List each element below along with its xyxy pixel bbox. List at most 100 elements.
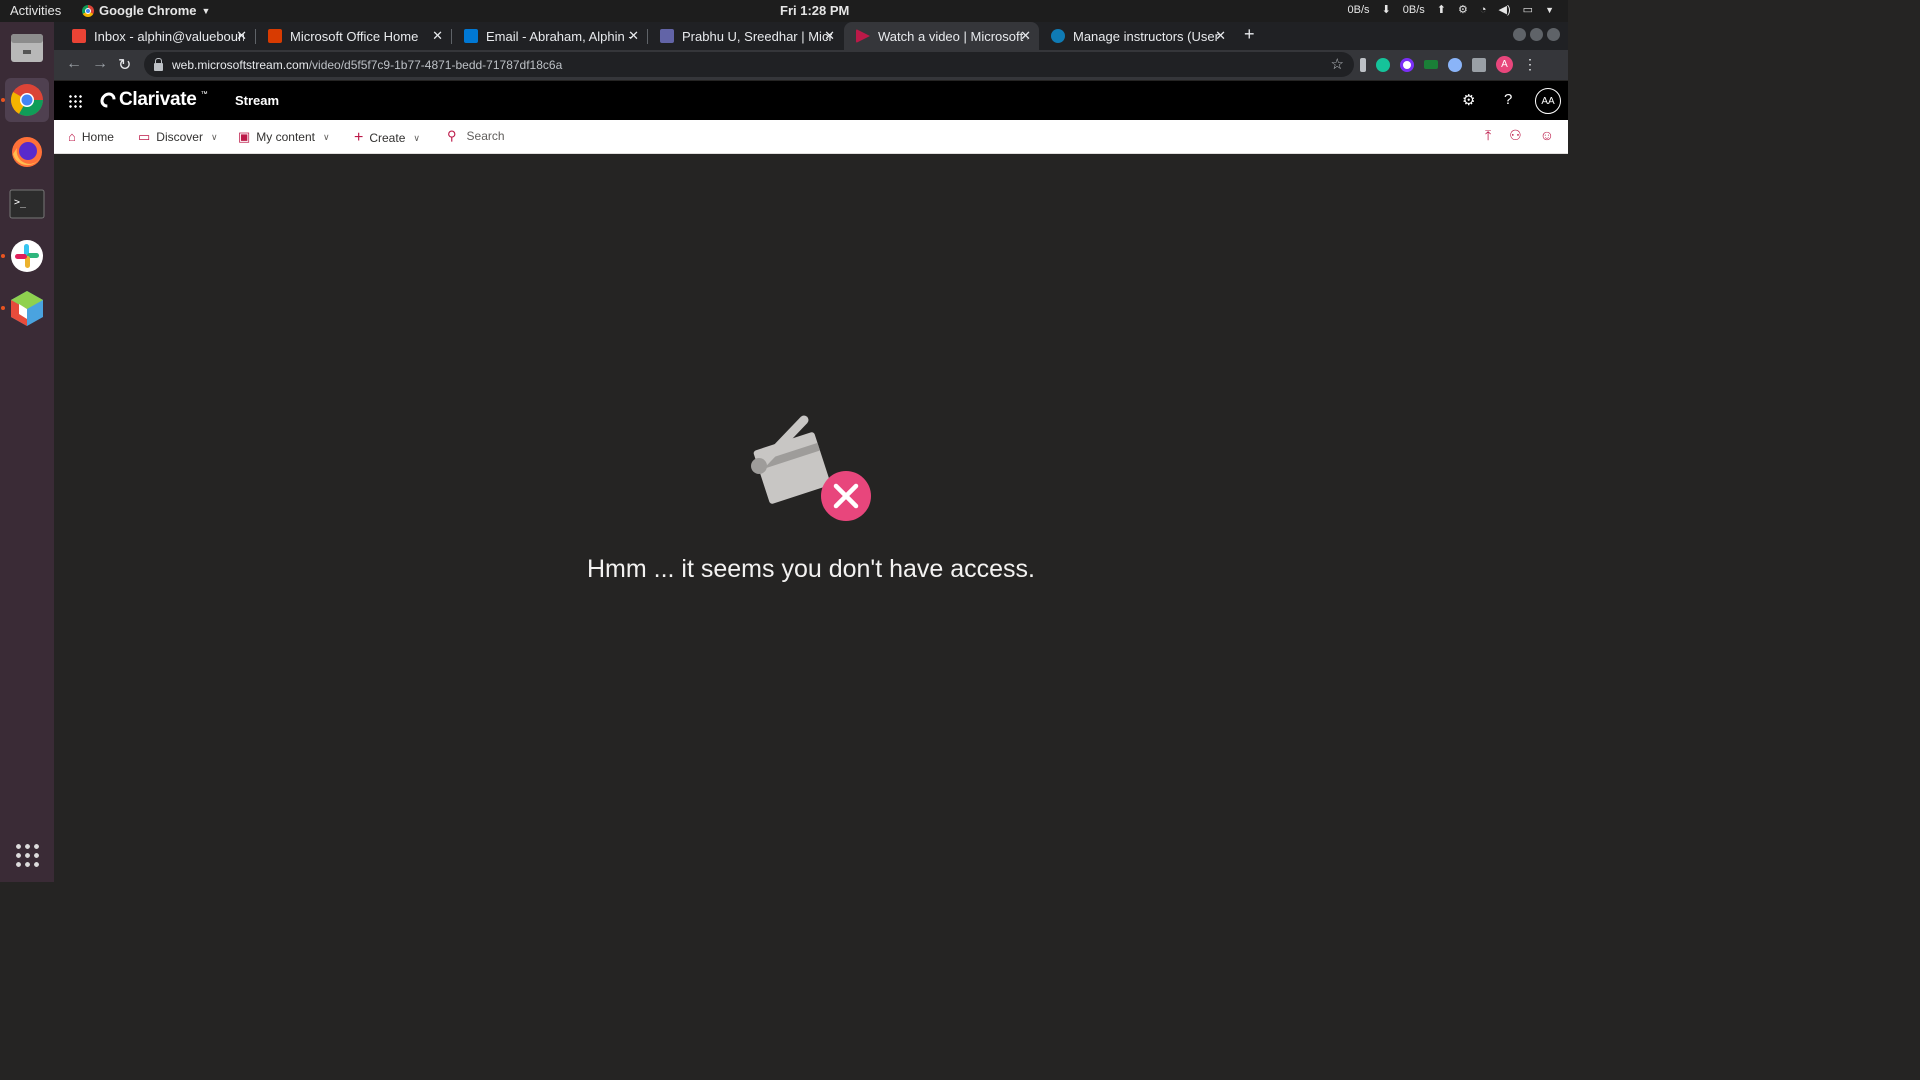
nav-discover[interactable]: ▭ Discover ∨ — [138, 129, 218, 145]
dock-slack[interactable] — [5, 234, 49, 278]
dock-terminal[interactable]: >_ — [5, 182, 49, 226]
chrome-icon — [10, 84, 43, 116]
tab-manage-instructors[interactable]: Manage instructors (User ✕ — [1039, 22, 1234, 50]
clock[interactable]: Fri 1:28 PM — [780, 3, 849, 18]
net-up-speed: 0B/s — [1402, 3, 1425, 16]
office-icon — [268, 29, 282, 43]
home-icon: ⌂ — [68, 129, 76, 144]
brand-logo[interactable]: Clarivate ™ — [97, 89, 208, 111]
app-menu[interactable]: Google Chrome ▼ — [82, 3, 210, 18]
chevron-down-icon: ∨ — [413, 132, 420, 143]
close-icon[interactable]: ✕ — [628, 28, 639, 44]
access-denied-message: Hmm ... it seems you don't have access. — [587, 555, 1035, 583]
help-icon[interactable]: ? — [1504, 91, 1512, 108]
search-input[interactable]: Search — [467, 129, 505, 143]
dock: >_ — [0, 22, 54, 882]
browser-toolbar: ← → ↻ web.microsoftstream.com /video/d5f… — [54, 50, 1568, 80]
firefox-icon — [12, 137, 42, 167]
stream-header: Clarivate ™ Stream ⚙ ? AA — [54, 81, 1568, 120]
wifi-icon: ◔ — [1479, 3, 1487, 16]
screen-recorder-icon[interactable] — [1400, 57, 1414, 72]
nav-discover-label: Discover — [156, 130, 203, 144]
chevron-down-icon: ∨ — [210, 131, 218, 142]
system-tray[interactable]: 0B/s ⬇ 0B/s ⬆ ⚙ ◔ ◀) ▭ ▼ — [1348, 3, 1554, 17]
address-bar[interactable]: web.microsoftstream.com /video/d5f5f7c9-… — [144, 52, 1354, 77]
clarivate-logo-icon — [97, 89, 119, 111]
plus-icon: + — [354, 129, 364, 146]
clapperboard-error-icon — [751, 415, 871, 521]
search-box[interactable]: ⚲ Search — [447, 128, 505, 144]
nav-home[interactable]: ⌂ Home — [68, 129, 114, 144]
close-icon[interactable]: ✕ — [1020, 28, 1031, 44]
search-icon: ⚲ — [447, 128, 457, 143]
stream-icon — [856, 29, 870, 43]
grammarly-icon[interactable] — [1376, 57, 1390, 72]
tab-gmail[interactable]: Inbox - alphin@valuebound ✕ — [60, 22, 255, 50]
dock-virtualbox[interactable] — [5, 286, 49, 330]
tab-label: Watch a video | Microsoft Stream — [878, 28, 1028, 44]
puzzle-icon[interactable] — [1472, 57, 1486, 72]
nav-create[interactable]: + Create ∨ — [354, 129, 420, 147]
app-launcher-icon[interactable] — [68, 94, 82, 108]
close-icon[interactable]: ✕ — [236, 28, 247, 44]
close-icon[interactable]: ✕ — [1215, 28, 1226, 44]
dock-chrome[interactable] — [5, 78, 49, 122]
upload-icon[interactable]: ⤒ — [1485, 127, 1491, 144]
running-indicator — [1, 254, 5, 258]
teams-icon — [660, 29, 674, 43]
dock-firefox[interactable] — [5, 130, 49, 174]
close-icon[interactable]: ✕ — [432, 28, 443, 44]
nav-my-content[interactable]: ▣ My content ∨ — [238, 129, 330, 145]
new-tab-button[interactable]: + — [1244, 24, 1255, 45]
network-status-icon: ⚙ — [1458, 4, 1468, 16]
activities-button[interactable]: Activities — [10, 3, 61, 18]
show-applications-icon[interactable] — [14, 842, 40, 868]
nav-my-content-label: My content — [256, 130, 315, 144]
terminal-icon: >_ — [9, 189, 45, 219]
tab-stream[interactable]: Watch a video | Microsoft Stream ✕ — [844, 22, 1039, 50]
minimize-button[interactable] — [1513, 28, 1526, 41]
tab-label: Manage instructors (User — [1073, 28, 1219, 44]
battery-icon: ▭ — [1522, 4, 1534, 16]
running-indicator — [1, 98, 5, 102]
main-content: Hmm ... it seems you don't have access. — [54, 154, 1568, 882]
tab-label: Email - Abraham, Alphin - Outlook — [486, 28, 636, 44]
extension-info-icon[interactable] — [1360, 57, 1366, 72]
back-arrow-icon[interactable]: ← — [66, 55, 82, 73]
profile-icon[interactable]: ⚇ — [1509, 127, 1522, 144]
forward-arrow-icon[interactable]: → — [92, 55, 108, 73]
file-manager-icon — [11, 34, 43, 62]
running-indicator — [1, 306, 5, 310]
my-content-icon: ▣ — [238, 129, 251, 144]
extension-snowflake-icon[interactable] — [1448, 57, 1462, 72]
slack-icon — [11, 240, 43, 272]
gmail-icon — [72, 29, 86, 43]
dock-files[interactable] — [5, 26, 49, 70]
bookmark-star-icon[interactable]: ☆ — [1331, 55, 1344, 73]
tab-outlook[interactable]: Email - Abraham, Alphin - Outlook ✕ — [452, 22, 647, 50]
profile-avatar[interactable]: A — [1496, 56, 1513, 73]
system-top-bar: Activities Google Chrome ▼ Fri 1:28 PM 0… — [0, 0, 1568, 22]
chrome-icon — [82, 4, 94, 17]
tab-teams[interactable]: Prabhu U, Sreedhar | Microsoft Teams ✕ — [648, 22, 843, 50]
extension-bw-icon[interactable] — [1424, 60, 1438, 69]
tray-caret-icon: ▼ — [1545, 4, 1554, 15]
maximize-button[interactable] — [1530, 28, 1543, 41]
trademark: ™ — [200, 90, 208, 98]
product-name[interactable]: Stream — [235, 93, 279, 108]
close-icon[interactable]: ✕ — [824, 28, 835, 44]
kebab-menu-icon[interactable]: ⋮ — [1523, 56, 1537, 73]
nav-home-label: Home — [81, 129, 114, 144]
tab-office[interactable]: Microsoft Office Home ✕ — [256, 22, 451, 50]
tab-strip: Inbox - alphin@valuebound ✕ Microsoft Of… — [54, 22, 1568, 50]
url-path: /video/d5f5f7c9-1b77-4871-bedd-71787df18… — [308, 57, 563, 72]
feedback-smiley-icon[interactable]: ☺ — [1540, 127, 1554, 144]
reload-icon[interactable]: ↻ — [118, 55, 131, 75]
chevron-down-icon: ∨ — [323, 131, 330, 142]
settings-gear-icon[interactable]: ⚙ — [1462, 91, 1475, 109]
close-window-button[interactable] — [1547, 28, 1560, 41]
user-avatar[interactable]: AA — [1535, 88, 1561, 114]
tab-label: Inbox - alphin@valuebound — [94, 28, 244, 44]
cube-app-icon — [11, 291, 43, 326]
upload-arrow-icon: ⬆ — [1436, 4, 1447, 16]
